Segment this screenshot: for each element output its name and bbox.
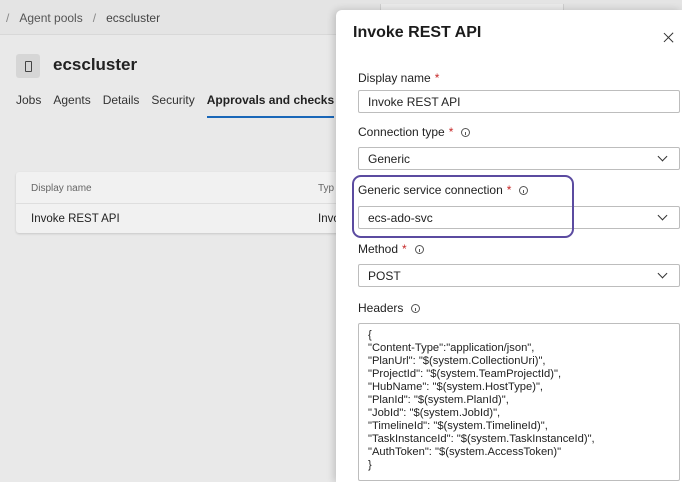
tab-bar: Jobs Agents Details Security Approvals a… — [16, 93, 346, 118]
headers-textarea[interactable]: { "Content-Type":"application/json", "Pl… — [358, 323, 680, 481]
tab-jobs[interactable]: Jobs — [16, 93, 41, 118]
headers-line: { — [368, 329, 372, 341]
service-connection-label: Generic service connection * — [358, 183, 529, 197]
checks-table: Display name Typ Invoke REST API Invo — [16, 172, 356, 233]
invoke-rest-api-panel: Invoke REST API Display name * Invoke RES… — [336, 10, 682, 482]
info-icon[interactable] — [519, 185, 529, 195]
display-name-label: Display name * — [358, 71, 440, 85]
service-connection-dropdown[interactable]: ecs-ado-svc — [358, 206, 680, 229]
tab-agents[interactable]: Agents — [53, 93, 90, 118]
headers-line: "TaskInstanceId": "$(system.TaskInstance… — [368, 433, 595, 445]
close-icon[interactable] — [662, 31, 676, 45]
method-label: Method * — [358, 242, 424, 256]
required-marker: * — [402, 242, 407, 256]
chevron-down-icon — [657, 151, 668, 162]
info-icon[interactable] — [461, 127, 471, 137]
headers-line: "TimelineId": "$(system.TimelineId)", — [368, 420, 548, 432]
panel-title: Invoke REST API — [353, 24, 482, 41]
required-marker: * — [434, 71, 440, 85]
headers-line: "PlanId": "$(system.PlanId)", — [368, 394, 509, 406]
column-display-name: Display name — [31, 183, 92, 194]
display-name-input[interactable]: Invoke REST API — [358, 90, 680, 113]
agent-pool-icon — [16, 54, 40, 78]
tab-details[interactable]: Details — [103, 93, 140, 118]
headers-line: "Content-Type":"application/json", — [368, 342, 535, 354]
required-marker: * — [448, 125, 454, 139]
headers-label: Headers — [358, 301, 421, 315]
breadcrumb-agent-pools[interactable]: Agent pools — [19, 11, 82, 25]
required-marker: * — [506, 183, 512, 197]
table-header: Display name Typ — [16, 172, 356, 204]
table-row-name[interactable]: Invoke REST API — [31, 213, 120, 225]
connection-type-label: Connection type * — [358, 125, 471, 139]
chevron-down-icon — [657, 268, 668, 279]
headers-line: "AuthToken": "$(system.AccessToken)" — [368, 446, 562, 458]
headers-line: "ProjectId": "$(system.TeamProjectId)", — [368, 368, 562, 380]
tab-approvals-and-checks[interactable]: Approvals and checks — [206, 93, 335, 118]
breadcrumb-ecscluster[interactable]: ecscluster — [106, 11, 160, 25]
connection-type-dropdown[interactable]: Generic — [358, 147, 680, 170]
headers-line: "PlanUrl": "$(system.CollectionUri)", — [368, 355, 546, 367]
column-type: Typ — [318, 183, 335, 194]
headers-line: } — [368, 459, 372, 471]
info-icon[interactable] — [414, 244, 424, 254]
headers-line: "HubName": "$(system.HostType)", — [368, 381, 544, 393]
tab-security[interactable]: Security — [151, 93, 194, 118]
info-icon[interactable] — [411, 303, 421, 313]
page-title: ecscluster — [53, 55, 138, 74]
headers-line: "JobId": "$(system.JobId)", — [368, 407, 501, 419]
breadcrumb: / Agent pools / ecscluster — [6, 11, 161, 25]
chevron-down-icon — [657, 210, 668, 221]
method-dropdown[interactable]: POST — [358, 264, 680, 287]
